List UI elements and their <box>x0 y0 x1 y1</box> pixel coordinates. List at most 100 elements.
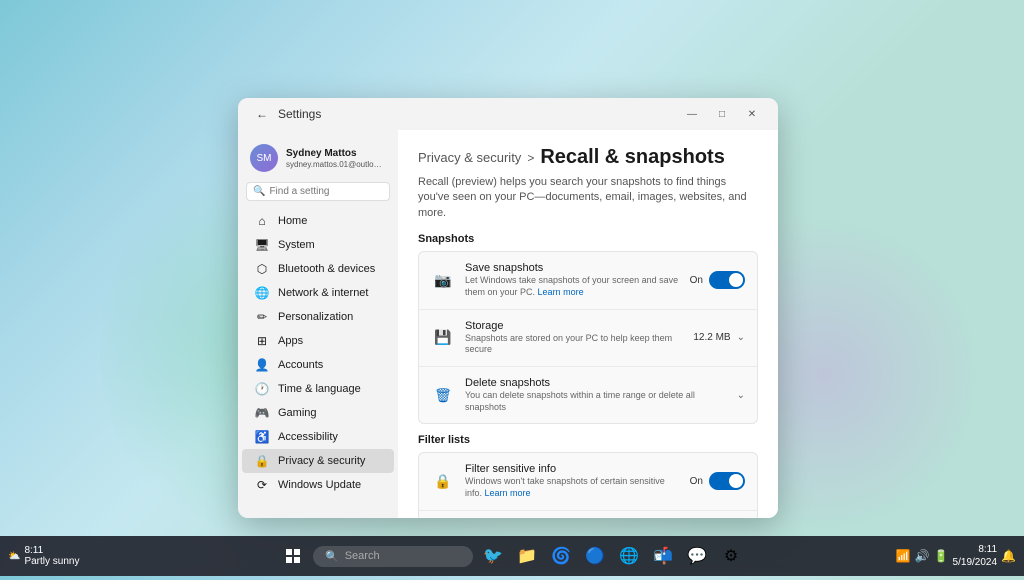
filter-sensitive-toggle-label: On <box>690 476 703 487</box>
minimize-button[interactable]: — <box>678 104 706 124</box>
apps-icon: ⊞ <box>254 334 270 348</box>
save-snapshots-control: On <box>690 271 745 289</box>
taskbar-search[interactable]: 🔍 Search <box>313 546 473 567</box>
filter-sensitive-control: On <box>690 472 745 490</box>
avatar: SM <box>250 144 278 172</box>
toggle-thumb-2 <box>729 474 743 488</box>
sidebar-item-time-label: Time & language <box>278 383 361 395</box>
filter-sensitive-row: 🔒 Filter sensitive info Windows won't ta… <box>419 453 757 510</box>
filter-sensitive-text: Filter sensitive info Windows won't take… <box>465 463 680 499</box>
taskbar-battery-icon[interactable]: 🔋 <box>934 549 949 563</box>
breadcrumb-current: Recall & snapshots <box>540 146 725 169</box>
storage-title: Storage <box>465 320 683 332</box>
gaming-icon: 🎮 <box>254 406 270 420</box>
save-snapshots-link[interactable]: Learn more <box>538 287 584 297</box>
sidebar-item-accessibility-label: Accessibility <box>278 431 338 443</box>
breadcrumb-parent[interactable]: Privacy & security <box>418 150 521 165</box>
taskbar-weather-time: 8:11 <box>24 545 79 556</box>
taskbar-weather-condition: Partly sunny <box>24 556 79 567</box>
privacy-icon: 🔒 <box>254 454 270 468</box>
delete-snapshots-row[interactable]: 🗑 Delete snapshots You can delete snapsh… <box>419 367 757 423</box>
taskbar-weather-icon: ⛅ <box>8 551 20 562</box>
start-button[interactable] <box>279 542 307 570</box>
toggle-thumb <box>729 273 743 287</box>
sidebar-item-windows-update[interactable]: ⟳ Windows Update <box>242 473 394 497</box>
taskbar-clock[interactable]: 8:11 5/19/2024 <box>953 543 998 569</box>
taskbar-right: 📶 🔊 🔋 8:11 5/19/2024 🔔 <box>896 543 1016 569</box>
window-body: SM Sydney Mattos sydney.mattos.01@outloo… <box>238 130 778 518</box>
sidebar-item-accounts[interactable]: 👤 Accounts <box>242 353 394 377</box>
save-snapshots-toggle[interactable] <box>709 271 745 289</box>
maximize-button[interactable]: □ <box>708 104 736 124</box>
storage-control: 12.2 MB ⌄ <box>693 332 745 343</box>
sidebar: SM Sydney Mattos sydney.mattos.01@outloo… <box>238 130 398 518</box>
save-snapshots-title: Save snapshots <box>465 262 680 274</box>
sidebar-item-time[interactable]: 🕐 Time & language <box>242 377 394 401</box>
filter-lists-section-header: Filter lists <box>418 434 758 446</box>
taskbar-search-label: Search <box>345 550 380 562</box>
delete-snapshots-chevron-icon[interactable]: ⌄ <box>737 390 745 401</box>
sidebar-item-personalization[interactable]: ✏ Personalization <box>242 305 394 329</box>
taskbar-app-6[interactable]: 📬 <box>649 542 677 570</box>
taskbar-app-4[interactable]: 🔵 <box>581 542 609 570</box>
taskbar-notification-icon[interactable]: 🔔 <box>1001 549 1016 563</box>
taskbar: ⛅ 8:11 Partly sunny 🔍 Search 🐦 📁 🌀 🔵 🌐 📬… <box>0 536 1024 576</box>
storage-row[interactable]: 💾 Storage Snapshots are stored on your P… <box>419 310 757 367</box>
sidebar-item-gaming[interactable]: 🎮 Gaming <box>242 401 394 425</box>
storage-desc: Snapshots are stored on your PC to help … <box>465 333 683 356</box>
sidebar-item-bluetooth[interactable]: ⬡ Bluetooth & devices <box>242 257 394 281</box>
user-profile[interactable]: SM Sydney Mattos sydney.mattos.01@outloo… <box>238 138 398 182</box>
storage-icon: 💾 <box>431 326 455 350</box>
sidebar-item-apps[interactable]: ⊞ Apps <box>242 329 394 353</box>
main-content: Privacy & security > Recall & snapshots … <box>398 130 778 518</box>
filter-sensitive-desc: Windows won't take snapshots of certain … <box>465 476 680 499</box>
close-button[interactable]: ✕ <box>738 104 766 124</box>
time-icon: 🕐 <box>254 382 270 396</box>
sidebar-item-windows-update-label: Windows Update <box>278 479 361 491</box>
sidebar-item-accessibility[interactable]: ♿ Accessibility <box>242 425 394 449</box>
sidebar-item-privacy[interactable]: 🔒 Privacy & security <box>242 449 394 473</box>
taskbar-app-7[interactable]: 💬 <box>683 542 711 570</box>
filter-sensitive-link[interactable]: Learn more <box>485 488 531 498</box>
breadcrumb: Privacy & security > Recall & snapshots <box>418 146 758 169</box>
taskbar-center: 🔍 Search 🐦 📁 🌀 🔵 🌐 📬 💬 ⚙ <box>279 542 745 570</box>
bluetooth-icon: ⬡ <box>254 262 270 276</box>
sidebar-item-home[interactable]: ⌂ Home <box>242 209 394 233</box>
storage-chevron-icon[interactable]: ⌄ <box>737 332 745 343</box>
sensitive-filter-icon: 🔒 <box>431 469 455 493</box>
taskbar-wifi-icon[interactable]: 📶 <box>896 549 911 563</box>
taskbar-app-8[interactable]: ⚙ <box>717 542 745 570</box>
network-icon: 🌐 <box>254 286 270 300</box>
taskbar-app-2[interactable]: 📁 <box>513 542 541 570</box>
breadcrumb-separator: > <box>527 151 534 165</box>
taskbar-app-1[interactable]: 🐦 <box>479 542 507 570</box>
filter-sensitive-toggle[interactable] <box>709 472 745 490</box>
user-name: Sydney Mattos <box>286 147 386 160</box>
taskbar-app-5[interactable]: 🌐 <box>615 542 643 570</box>
settings-search-box[interactable]: 🔍 <box>246 182 390 201</box>
accessibility-icon: ♿ <box>254 430 270 444</box>
storage-text: Storage Snapshots are stored on your PC … <box>465 320 683 356</box>
title-bar: ← Settings — □ ✕ <box>238 98 778 130</box>
accounts-icon: 👤 <box>254 358 270 372</box>
storage-size: 12.2 MB <box>693 332 730 343</box>
sidebar-item-privacy-label: Privacy & security <box>278 455 365 467</box>
snapshots-section-header: Snapshots <box>418 233 758 245</box>
sidebar-item-network[interactable]: 🌐 Network & internet <box>242 281 394 305</box>
back-button[interactable]: ← <box>250 102 274 126</box>
delete-snapshots-title: Delete snapshots <box>465 377 727 389</box>
filter-sensitive-title: Filter sensitive info <box>465 463 680 475</box>
sidebar-item-system-label: System <box>278 239 315 251</box>
taskbar-search-icon: 🔍 <box>325 550 339 563</box>
taskbar-speaker-icon[interactable]: 🔊 <box>915 549 930 563</box>
taskbar-clock-date: 5/19/2024 <box>953 556 998 569</box>
search-input[interactable] <box>269 186 383 197</box>
sidebar-item-system[interactable]: 🖥 System <box>242 233 394 257</box>
sidebar-item-apps-label: Apps <box>278 335 303 347</box>
save-snapshots-text: Save snapshots Let Windows take snapshot… <box>465 262 680 298</box>
taskbar-app-3[interactable]: 🌀 <box>547 542 575 570</box>
delete-snapshots-desc: You can delete snapshots within a time r… <box>465 390 727 413</box>
sidebar-item-home-label: Home <box>278 215 307 227</box>
apps-to-filter-row: ⊞ Apps to filter Add or remove apps to f… <box>419 511 757 518</box>
window-title: Settings <box>278 107 678 121</box>
